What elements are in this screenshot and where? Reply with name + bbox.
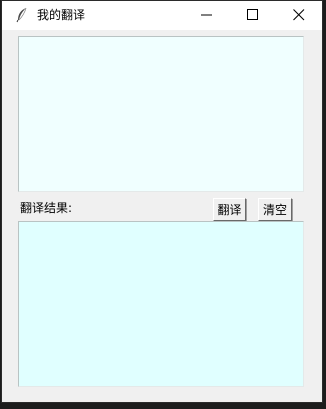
source-text-input[interactable] [18, 36, 304, 192]
feather-icon [15, 7, 29, 23]
clear-button[interactable]: 清空 [258, 198, 292, 221]
minimize-button[interactable] [184, 1, 230, 30]
app-window: 我的翻译 翻译结果: 翻译 清空 [2, 1, 322, 402]
close-icon [293, 9, 305, 21]
result-label: 翻译结果: [20, 201, 73, 215]
translate-button[interactable]: 翻译 [213, 198, 246, 221]
maximize-button[interactable] [230, 1, 276, 30]
maximize-icon [247, 9, 258, 20]
title-bar[interactable]: 我的翻译 [2, 1, 322, 30]
window-title: 我的翻译 [37, 8, 86, 22]
translation-result-output[interactable] [18, 221, 304, 387]
close-button[interactable] [276, 1, 322, 30]
minimize-icon [201, 14, 212, 16]
